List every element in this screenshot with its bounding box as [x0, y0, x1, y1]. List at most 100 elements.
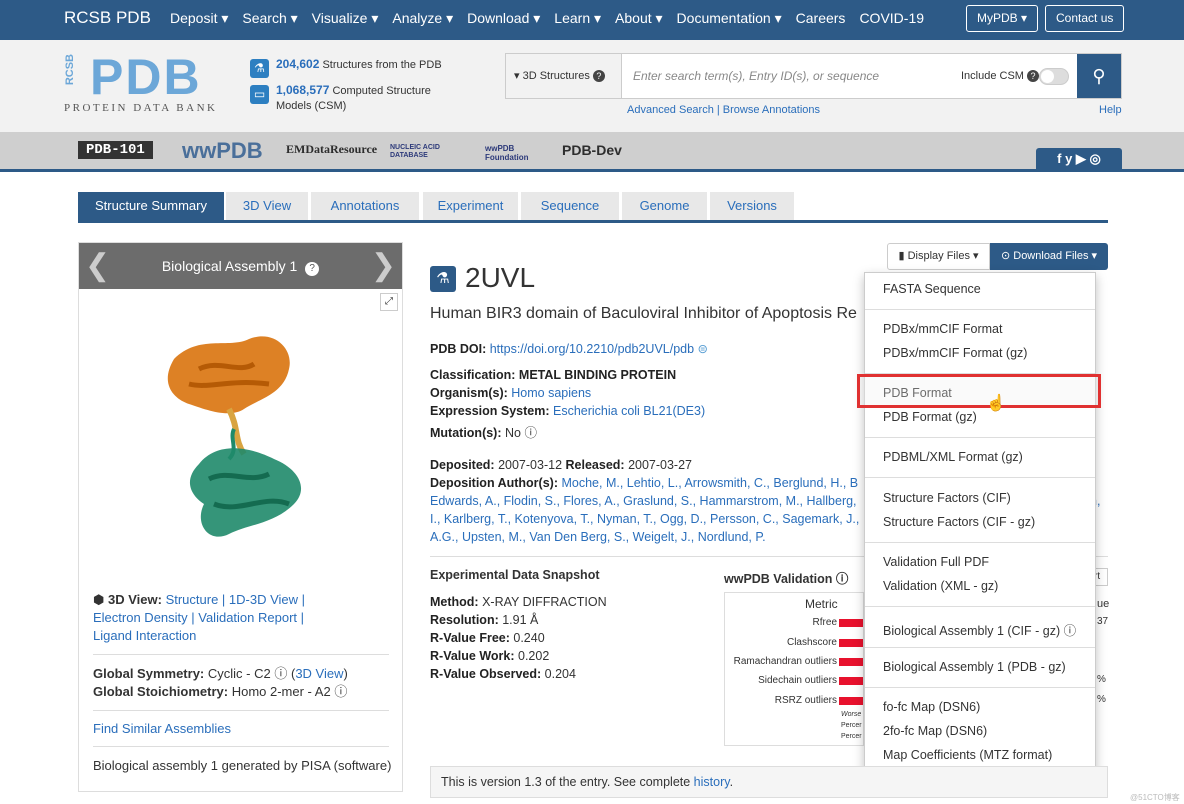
- dl-2fofc-map[interactable]: 2fo-fc Map (DSN6): [883, 724, 987, 738]
- divider: [93, 746, 389, 747]
- dl-assembly-cif[interactable]: Biological Assembly 1 (CIF - gz) ⓘ: [883, 620, 1076, 639]
- highlight-box: [857, 374, 1101, 408]
- authors-line3[interactable]: I., Karlberg, T., Kotenyova, T., Nyman, …: [430, 512, 859, 526]
- authors-line1[interactable]: Moche, M., Lehtio, L., Arrowsmith, C., B…: [561, 476, 858, 490]
- dl-structure-factors-gz[interactable]: Structure Factors (CIF - gz): [883, 515, 1035, 529]
- menu-search[interactable]: Search ▾: [242, 10, 297, 27]
- flask-icon: ⚗: [430, 266, 456, 292]
- tab-3d-view[interactable]: 3D View: [226, 192, 308, 220]
- menu-about[interactable]: About ▾: [615, 10, 663, 27]
- tab-sequence[interactable]: Sequence: [521, 192, 619, 220]
- organism-link[interactable]: Homo sapiens: [511, 386, 591, 400]
- menu-download[interactable]: Download ▾: [467, 10, 540, 27]
- authors-line2[interactable]: Edwards, A., Flodin, S., Flores, A., Gra…: [430, 494, 857, 508]
- mutation-value: No: [505, 426, 521, 440]
- stat1-number[interactable]: 204,602: [276, 57, 319, 71]
- menu-careers[interactable]: Careers: [796, 10, 846, 27]
- menu-deposit[interactable]: Deposit ▾: [170, 10, 228, 27]
- ligand-interaction-link[interactable]: Ligand Interaction: [93, 627, 196, 645]
- menu-documentation[interactable]: Documentation ▾: [677, 10, 782, 27]
- dl-assembly-pdb[interactable]: Biological Assembly 1 (PDB - gz): [883, 660, 1066, 674]
- partner-wwpdb[interactable]: wwPDB: [182, 138, 263, 164]
- dl-mmcif[interactable]: PDBx/mmCIF Format: [883, 322, 1002, 336]
- next-arrow-icon[interactable]: ❯: [371, 243, 396, 289]
- help-icon[interactable]: ?: [305, 262, 320, 276]
- brand-link[interactable]: RCSB PDB: [64, 8, 151, 28]
- robs-value: 0.204: [544, 667, 576, 681]
- dl-fasta[interactable]: FASTA Sequence: [883, 282, 981, 296]
- info-icon[interactable]: ⓘ: [334, 684, 347, 699]
- stat2-number[interactable]: 1,068,577: [276, 83, 329, 97]
- validation-legend: Percer: [841, 733, 862, 740]
- validation-chart[interactable]: Metric Rfree Clashscore Ramachandran out…: [724, 592, 864, 746]
- help-icon[interactable]: ?: [592, 70, 605, 82]
- tab-experiment[interactable]: Experiment: [423, 192, 518, 220]
- dl-map-coefficients[interactable]: Map Coefficients (MTZ format): [883, 748, 1052, 762]
- partner-pdbdev[interactable]: PDB-Dev: [562, 142, 622, 158]
- dl-fofc-map[interactable]: fo-fc Map (DSN6): [883, 700, 980, 714]
- expand-icon[interactable]: ⤢: [380, 293, 398, 311]
- history-link[interactable]: history: [694, 775, 730, 789]
- info-icon[interactable]: ⓘ: [1064, 624, 1077, 638]
- doi-link[interactable]: https://doi.org/10.2210/pdb2UVL/pdb: [490, 342, 694, 356]
- density-validation-links[interactable]: Electron Density | Validation Report |: [93, 609, 304, 627]
- social-icons[interactable]: f y ▶ ◎: [1036, 148, 1122, 170]
- prev-arrow-icon[interactable]: ❮: [85, 243, 110, 289]
- help-icon[interactable]: ?: [1027, 70, 1040, 82]
- dl-pdbml[interactable]: PDBML/XML Format (gz): [883, 450, 1023, 464]
- partner-wwpdb-foundation[interactable]: wwPDB Foundation: [485, 144, 545, 162]
- search-button[interactable]: ⚲: [1077, 54, 1121, 98]
- report-button-edge[interactable]: rt: [1094, 568, 1108, 586]
- dl-structure-factors[interactable]: Structure Factors (CIF): [883, 491, 1011, 505]
- validation-bar: [839, 697, 863, 705]
- classification-link[interactable]: METAL BINDING PROTEIN: [519, 368, 676, 382]
- menu-learn[interactable]: Learn ▾: [554, 10, 601, 27]
- stoichiometry-label: Global Stoichiometry:: [93, 684, 229, 699]
- organism-row: Organism(s): Homo sapiens: [430, 386, 591, 400]
- menu-covid[interactable]: COVID-19: [859, 10, 924, 27]
- info-icon[interactable]: ⓘ: [524, 426, 537, 440]
- symmetry-3d-link[interactable]: 3D View: [295, 666, 343, 681]
- expression-link[interactable]: Escherichia coli BL21(DE3): [553, 404, 705, 418]
- info-icon[interactable]: ⓘ: [836, 572, 849, 586]
- deposited-label: Deposited:: [430, 458, 495, 472]
- structure-viewer[interactable]: ⤢: [79, 289, 402, 579]
- value-edge: 37: [1097, 616, 1109, 627]
- dl-mmcif-gz[interactable]: PDBx/mmCIF Format (gz): [883, 346, 1027, 360]
- partner-pdb101[interactable]: PDB-101: [78, 141, 153, 159]
- dl-pdb-format-gz[interactable]: PDB Format (gz): [883, 410, 977, 424]
- contact-button[interactable]: Contact us: [1045, 5, 1125, 32]
- dl-validation-pdf[interactable]: Validation Full PDF: [883, 555, 989, 569]
- doi-label: PDB DOI:: [430, 342, 487, 356]
- link-icon[interactable]: ⊜: [698, 342, 708, 356]
- display-files-button[interactable]: ▮ Display Files ▾: [887, 243, 990, 270]
- mypdb-button[interactable]: MyPDB ▾: [966, 5, 1039, 32]
- authors-line4[interactable]: A.G., Upsten, M., Van Den Berg, S., Weig…: [430, 530, 766, 544]
- menu-analyze[interactable]: Analyze ▾: [392, 10, 453, 27]
- download-files-button[interactable]: ⊙ Download Files ▾: [990, 243, 1108, 270]
- partner-emdataresource[interactable]: EMDataResource: [286, 142, 377, 157]
- info-icon[interactable]: ⓘ: [274, 666, 287, 681]
- pdb-logo[interactable]: RCSB PDB PROTEIN DATA BANK: [64, 49, 239, 114]
- tab-annotations[interactable]: Annotations: [311, 192, 419, 220]
- partner-ndb[interactable]: NUCLEIC ACID DATABASE: [390, 144, 470, 160]
- dl-validation-xml[interactable]: Validation (XML - gz): [883, 579, 998, 593]
- tab-genome[interactable]: Genome: [622, 192, 707, 220]
- advanced-search-links[interactable]: Advanced Search | Browse Annotations: [627, 104, 820, 116]
- logo-subtitle: PROTEIN DATA BANK: [64, 102, 218, 114]
- main-menu: Deposit ▾ Search ▾ Visualize ▾ Analyze ▾…: [170, 10, 938, 27]
- find-similar-link[interactable]: Find Similar Assemblies: [93, 720, 231, 738]
- csm-toggle[interactable]: [1039, 68, 1069, 85]
- search-input[interactable]: Enter search term(s), Entry ID(s), or se…: [633, 69, 879, 83]
- view3d-links[interactable]: Structure | 1D-3D View |: [166, 592, 305, 607]
- tab-versions[interactable]: Versions: [710, 192, 794, 220]
- validation-title-row: wwPDB Validation ⓘ: [724, 568, 848, 587]
- tab-structure-summary[interactable]: Structure Summary: [78, 192, 224, 220]
- stat2-text2: Models (CSM): [276, 100, 347, 112]
- help-link[interactable]: Help: [1099, 104, 1122, 116]
- search-type-dropdown[interactable]: ▾ 3D Structures ?: [506, 54, 622, 98]
- deposited-date: 2007-03-12: [498, 458, 563, 472]
- menu-visualize[interactable]: Visualize ▾: [312, 10, 379, 27]
- symmetry-row: Global Symmetry: Cyclic - C2 ⓘ (3D View): [93, 666, 348, 681]
- robs-row: R-Value Observed: 0.204: [430, 667, 576, 681]
